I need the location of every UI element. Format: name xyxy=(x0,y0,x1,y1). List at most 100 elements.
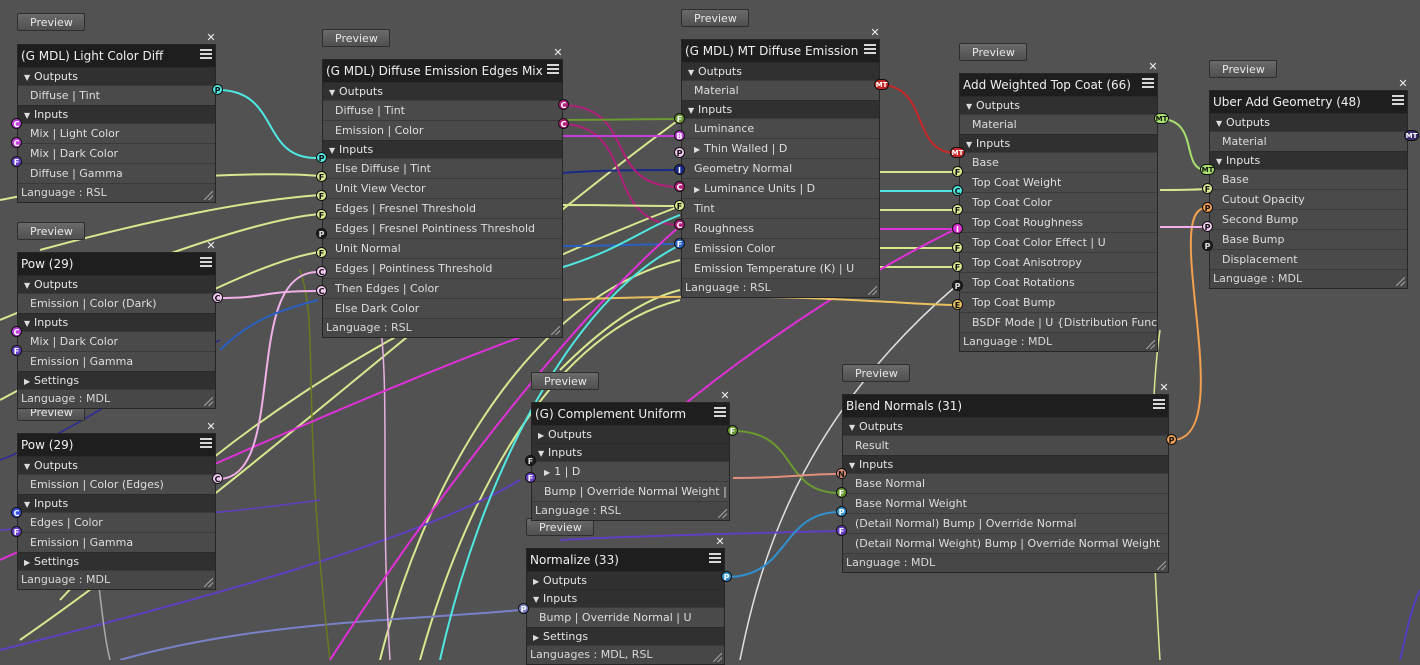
outputs-section[interactable]: ▶ Outputs xyxy=(532,425,729,443)
port-i-icon[interactable]: I xyxy=(674,164,685,175)
preview-button[interactable]: Preview xyxy=(1209,60,1277,78)
input-row[interactable]: (Detail Normal) Bump | Override Normal xyxy=(843,513,1168,533)
input-row[interactable]: Emission Temperature (K) | U xyxy=(682,258,879,278)
menu-icon[interactable] xyxy=(864,44,876,56)
port-f-icon[interactable]: F xyxy=(952,242,963,253)
input-row[interactable]: Diffuse | Gamma xyxy=(18,163,215,183)
input-row[interactable]: Base Normal xyxy=(843,473,1168,493)
input-row[interactable]: Top Coat Anisotropy xyxy=(960,252,1157,272)
port-f-icon[interactable]: F xyxy=(836,487,847,498)
port-c-icon[interactable]: C xyxy=(558,99,569,110)
port-p-icon[interactable]: P xyxy=(1202,202,1213,213)
input-row[interactable]: Else Dark Color xyxy=(323,298,562,318)
port-f-icon[interactable]: F xyxy=(11,526,22,537)
node-title[interactable]: Blend Normals (31) xyxy=(843,395,1168,417)
node-pow-edges[interactable]: ✕ Pow (29) ▼ Outputs Emission | Color (Ed… xyxy=(17,421,216,590)
input-row[interactable]: Top Coat Roughness xyxy=(960,212,1157,232)
close-icon[interactable]: ✕ xyxy=(553,47,563,58)
input-row[interactable]: Emission | Gamma xyxy=(18,532,215,552)
node-title[interactable]: (G MDL) MT Diffuse Emission xyxy=(682,40,879,62)
input-row[interactable]: Luminance xyxy=(682,118,879,138)
close-icon[interactable]: ✕ xyxy=(870,27,880,38)
port-f-icon[interactable]: F xyxy=(316,171,327,182)
port-p-icon[interactable]: P xyxy=(952,280,963,291)
input-row[interactable]: Mix | Dark Color xyxy=(18,331,215,351)
preview-button[interactable]: Preview xyxy=(17,222,85,240)
inputs-section[interactable]: ▼ Inputs xyxy=(532,443,729,461)
inputs-section[interactable]: ▼ Inputs xyxy=(18,313,215,331)
input-row[interactable]: Second Bump xyxy=(1210,209,1407,229)
inputs-section[interactable]: ▼ Inputs xyxy=(323,140,562,158)
outputs-section[interactable]: ▼ Outputs xyxy=(18,456,215,474)
expand-arrow-icon[interactable]: ▶ xyxy=(694,140,700,158)
port-p-icon[interactable]: P xyxy=(836,506,847,517)
input-row[interactable]: Emission | Gamma xyxy=(18,351,215,371)
inputs-section[interactable]: ▼ Inputs xyxy=(527,589,724,607)
input-row[interactable]: Edges | Fresnel Threshold xyxy=(323,198,562,218)
port-f-icon[interactable]: F xyxy=(674,200,685,211)
close-icon[interactable]: ✕ xyxy=(206,421,216,432)
input-row[interactable]: Mix | Light Color xyxy=(18,123,215,143)
port-c-icon[interactable]: C xyxy=(316,285,327,296)
input-row[interactable]: Emission Color xyxy=(682,238,879,258)
input-row[interactable]: Edges | Fresnel Pointiness Threshold xyxy=(323,218,562,238)
input-row[interactable]: Base Normal Weight xyxy=(843,493,1168,513)
node-title[interactable]: Pow (29) xyxy=(18,253,215,275)
preview-button[interactable]: Preview xyxy=(322,29,390,47)
port-c-icon[interactable]: C xyxy=(11,507,22,518)
output-row[interactable]: Emission | Color xyxy=(323,120,562,140)
resize-grip-icon[interactable] xyxy=(1157,561,1166,570)
menu-icon[interactable] xyxy=(200,49,212,61)
resize-grip-icon[interactable] xyxy=(204,397,213,406)
port-mt-icon[interactable]: MT xyxy=(874,79,889,90)
port-p-icon[interactable]: P xyxy=(316,228,327,239)
port-f-icon[interactable]: F xyxy=(952,166,963,177)
node-blend-normals[interactable]: ✕ Blend Normals (31) ▼ Outputs Result ▼ In… xyxy=(842,382,1169,573)
menu-icon[interactable] xyxy=(714,407,726,419)
port-c-icon[interactable]: C xyxy=(674,181,685,192)
port-f-icon[interactable]: F xyxy=(727,425,738,436)
port-f-icon[interactable]: F xyxy=(11,156,22,167)
port-f-icon[interactable]: F xyxy=(525,472,536,483)
port-i-icon[interactable]: I xyxy=(952,223,963,234)
port-p-icon[interactable]: P xyxy=(212,84,223,95)
port-c-icon[interactable]: C xyxy=(212,473,223,484)
node-title[interactable]: Pow (29) xyxy=(18,434,215,456)
input-row[interactable]: (Detail Normal Weight) Bump | Override N… xyxy=(843,533,1168,553)
node-uber-add-geometry[interactable]: ✕ Uber Add Geometry (48) ▼ Outputs Materi… xyxy=(1209,78,1408,289)
node-normalize[interactable]: ✕ Normalize (33) ▶ Outputs ▼ Inputs Bump |… xyxy=(526,536,725,665)
preview-button[interactable]: Preview xyxy=(959,43,1027,61)
resize-grip-icon[interactable] xyxy=(1396,277,1405,286)
input-row[interactable]: Unit View Vector xyxy=(323,178,562,198)
input-row[interactable]: Edges | Pointiness Threshold xyxy=(323,258,562,278)
settings-section[interactable]: ▶ Settings xyxy=(18,371,215,389)
input-row[interactable]: Unit Normal xyxy=(323,238,562,258)
preview-button[interactable]: Preview xyxy=(681,9,749,27)
outputs-section[interactable]: ▼ Outputs xyxy=(960,96,1157,114)
node-title[interactable]: Normalize (33) xyxy=(527,549,724,571)
menu-icon[interactable] xyxy=(200,257,212,269)
port-f-icon[interactable]: F xyxy=(316,209,327,220)
port-p-icon[interactable]: P xyxy=(1202,221,1213,232)
menu-icon[interactable] xyxy=(200,438,212,450)
outputs-section[interactable]: ▼ Outputs xyxy=(1210,113,1407,131)
node-title[interactable]: (G) Complement Uniform xyxy=(532,403,729,425)
close-icon[interactable]: ✕ xyxy=(720,390,730,401)
node-title[interactable]: (G MDL) Light Color Diff xyxy=(18,45,215,67)
outputs-section[interactable]: ▼ Outputs xyxy=(323,82,562,100)
port-n-icon[interactable]: N xyxy=(836,468,847,479)
outputs-section[interactable]: ▼ Outputs xyxy=(843,417,1168,435)
input-row[interactable]: Edges | Color xyxy=(18,512,215,532)
input-row[interactable]: Top Coat Weight xyxy=(960,172,1157,192)
output-row[interactable]: Material xyxy=(682,80,879,100)
port-c-icon[interactable]: C xyxy=(952,185,963,196)
input-row[interactable]: Top Coat Color Effect | U xyxy=(960,232,1157,252)
port-mt-icon[interactable]: MT xyxy=(1404,130,1419,141)
menu-icon[interactable] xyxy=(709,553,721,565)
node-complement-uniform[interactable]: ✕ (G) Complement Uniform ▶ Outputs ▼ Input… xyxy=(531,390,730,521)
port-p-icon[interactable]: P xyxy=(518,603,529,614)
port-mt-icon[interactable]: MT xyxy=(1200,164,1215,175)
port-c-icon[interactable]: C xyxy=(11,118,22,129)
inputs-section[interactable]: ▼ Inputs xyxy=(843,455,1168,473)
input-row[interactable]: Cutout Opacity xyxy=(1210,189,1407,209)
